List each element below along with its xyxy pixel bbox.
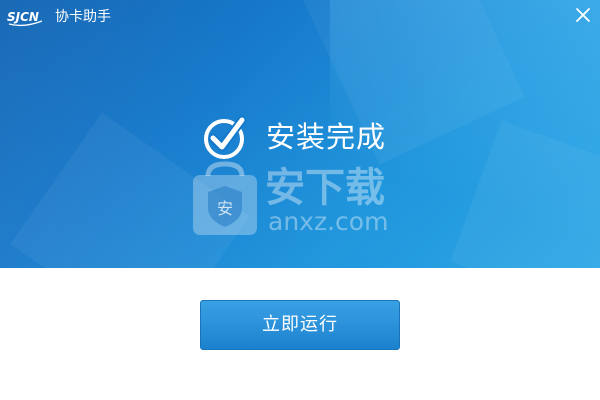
close-icon[interactable]	[572, 4, 594, 26]
app-logo: SJCN	[7, 10, 43, 27]
shield-bag-icon: 安	[193, 161, 257, 235]
title-bar[interactable]: SJCN 协卡助手	[0, 0, 600, 34]
watermark-main-text: 安下载	[265, 165, 385, 211]
watermark: 安 安下载 anxz.com	[190, 160, 410, 240]
installer-window: SJCN 协卡助手 安装完成 安 安下载 anxz.com 立即运行	[0, 0, 600, 400]
app-title: 协卡助手	[55, 9, 111, 25]
status-text: 安装完成	[266, 120, 387, 154]
banner-facet	[450, 120, 600, 268]
watermark-badge: 安	[217, 199, 233, 218]
check-circle-icon	[204, 115, 247, 159]
launch-button[interactable]: 立即运行	[200, 300, 400, 350]
watermark-sub-text: anxz.com	[268, 207, 389, 236]
logo-text: SJCN	[7, 10, 39, 24]
